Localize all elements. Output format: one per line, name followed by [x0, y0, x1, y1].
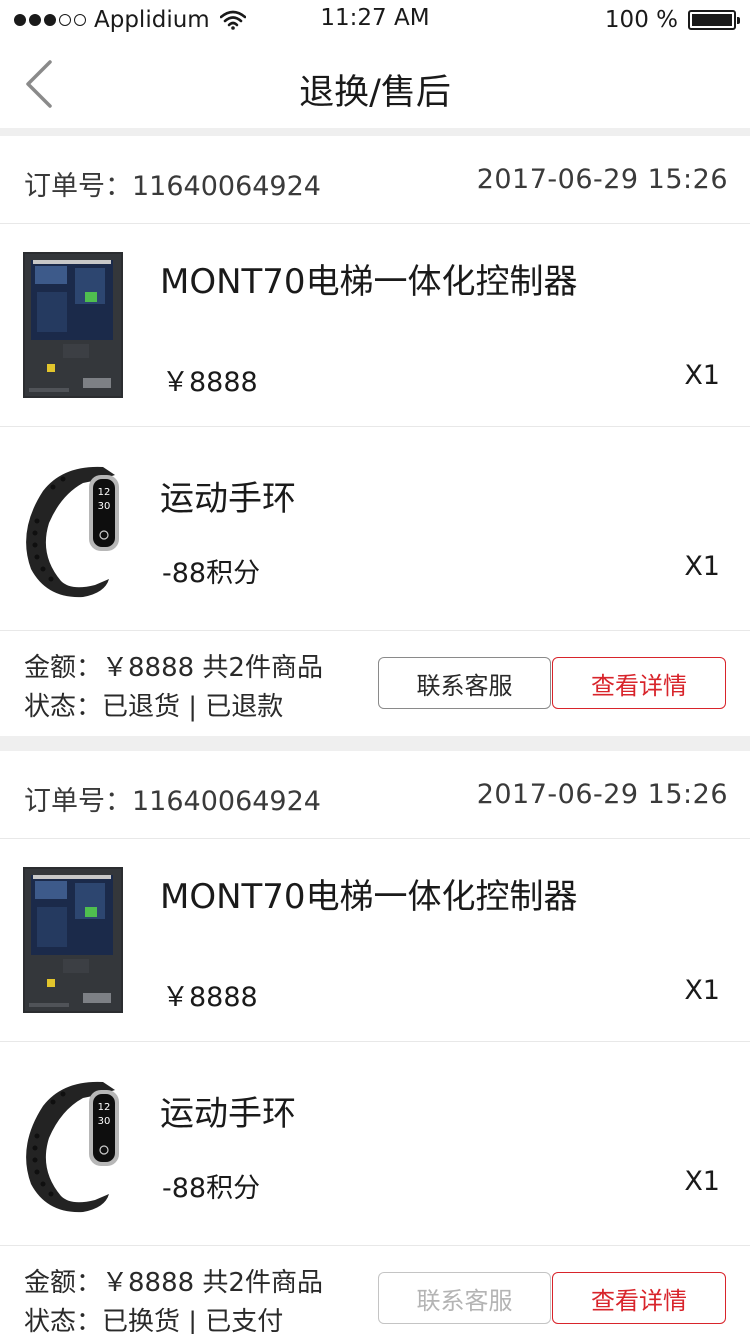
view-details-button[interactable]: 查看详情: [552, 1272, 726, 1324]
order-header: 订单号：11640064924 2017-06-29 15:26: [0, 136, 750, 224]
order-item[interactable]: MONT70电梯一体化控制器 ￥8888 X1: [0, 224, 750, 427]
battery-icon: [688, 10, 740, 30]
battery-percent: 100 %: [604, 7, 678, 33]
status-right: 100 %: [604, 6, 740, 34]
item-price: -88积分: [162, 1173, 261, 1204]
order-card: 订单号：11640064924 2017-06-29 15:26 MONT70电…: [0, 751, 750, 1334]
controller-image: [22, 867, 124, 1013]
section-divider: [0, 736, 750, 751]
controller-image: [22, 252, 124, 398]
view-details-button[interactable]: 查看详情: [552, 657, 726, 709]
section-divider: [0, 128, 750, 136]
navigation-bar: 退换/售后: [0, 40, 750, 128]
battery-level: [692, 14, 732, 26]
order-datetime: 2017-06-29 15:26: [476, 164, 728, 195]
item-quantity: X1: [684, 360, 720, 391]
item-price: ￥8888: [162, 982, 258, 1013]
order-amount: 金额：￥8888 共2件商品: [24, 653, 323, 683]
item-name: MONT70电梯一体化控制器: [160, 262, 578, 302]
order-amount: 金额：￥8888 共2件商品: [24, 1268, 323, 1298]
order-item[interactable]: MONT70电梯一体化控制器 ￥8888 X1: [0, 839, 750, 1042]
item-name: 运动手环: [160, 479, 296, 519]
item-quantity: X1: [684, 551, 720, 582]
item-name: 运动手环: [160, 1094, 296, 1134]
wristband-image: [22, 1076, 124, 1216]
item-quantity: X1: [684, 975, 720, 1006]
order-number: 订单号：11640064924: [24, 786, 321, 817]
item-name: MONT70电梯一体化控制器: [160, 877, 578, 917]
wristband-image: [22, 461, 124, 601]
item-price: ￥8888: [162, 367, 258, 398]
order-card: 订单号：11640064924 2017-06-29 15:26 MONT70电…: [0, 136, 750, 736]
order-status: 状态：已退货 | 已退款: [24, 692, 284, 722]
order-datetime: 2017-06-29 15:26: [476, 779, 728, 810]
order-item[interactable]: 运动手环 -88积分 X1: [0, 427, 750, 631]
order-footer: 金额：￥8888 共2件商品 状态：已退货 | 已退款 联系客服 查看详情: [0, 631, 750, 736]
status-bar: Applidium 11:27 AM 100 %: [0, 0, 750, 40]
order-header: 订单号：11640064924 2017-06-29 15:26: [0, 751, 750, 839]
order-number: 订单号：11640064924: [24, 171, 321, 202]
order-footer: 金额：￥8888 共2件商品 状态：已换货 | 已支付 联系客服 查看详情: [0, 1246, 750, 1334]
page-title: 退换/售后: [299, 73, 451, 113]
order-item[interactable]: 运动手环 -88积分 X1: [0, 1042, 750, 1246]
item-quantity: X1: [684, 1166, 720, 1197]
contact-service-button[interactable]: 联系客服: [378, 657, 551, 709]
contact-service-button[interactable]: 联系客服: [378, 1272, 551, 1324]
item-price: -88积分: [162, 558, 261, 589]
order-status: 状态：已换货 | 已支付: [24, 1307, 284, 1334]
